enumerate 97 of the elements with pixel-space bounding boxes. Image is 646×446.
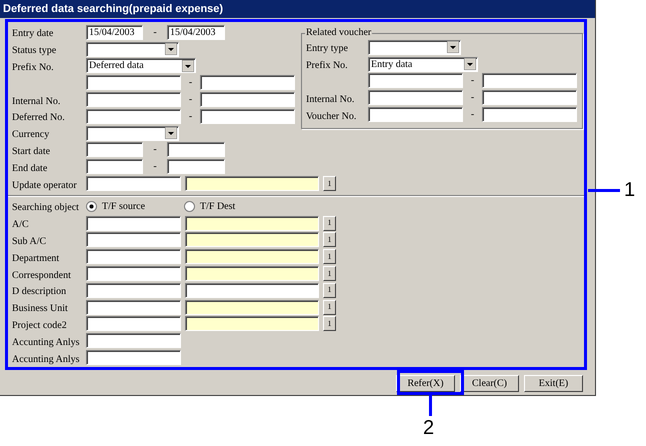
field-label: Department bbox=[12, 252, 60, 264]
text-field[interactable] bbox=[86, 75, 181, 90]
text-field[interactable] bbox=[86, 282, 181, 298]
window-title: Deferred data searching(prepaid expense) bbox=[3, 2, 224, 17]
dropdown-arrow-icon bbox=[165, 127, 177, 140]
text-field[interactable] bbox=[368, 73, 463, 88]
text-field[interactable] bbox=[86, 108, 181, 124]
field-label: Accunting Anlys bbox=[12, 354, 80, 365]
field-label: Status type bbox=[12, 45, 56, 56]
field-label: Start date bbox=[12, 146, 50, 157]
field-label: Project code2 bbox=[12, 320, 67, 331]
range-dash: - bbox=[153, 143, 157, 158]
field-label: Voucher No. bbox=[306, 110, 356, 122]
field-label: Entry date bbox=[12, 28, 54, 40]
text-field[interactable] bbox=[185, 282, 319, 298]
lookup-button[interactable]: 1 bbox=[323, 300, 336, 315]
range-dash: - bbox=[470, 74, 474, 88]
radio-button[interactable] bbox=[86, 200, 97, 212]
range-dash: - bbox=[188, 76, 192, 90]
text-field[interactable] bbox=[86, 176, 181, 192]
radio-button[interactable] bbox=[184, 200, 195, 212]
text-field[interactable] bbox=[185, 232, 319, 248]
text-field[interactable] bbox=[86, 216, 181, 231]
field-label: Correspondent bbox=[12, 270, 71, 281]
leader-line bbox=[429, 395, 432, 416]
dialog-button[interactable]: Exit(E) bbox=[524, 375, 583, 392]
text-field[interactable] bbox=[86, 159, 143, 174]
text-field[interactable] bbox=[86, 142, 143, 158]
field-label: Searching object bbox=[12, 202, 79, 214]
lookup-button[interactable]: 1 bbox=[323, 316, 336, 332]
dropdown[interactable] bbox=[86, 126, 179, 141]
text-field[interactable] bbox=[200, 75, 295, 90]
text-field[interactable] bbox=[86, 92, 181, 108]
lookup-button[interactable]: 1 bbox=[323, 176, 336, 192]
range-dash: - bbox=[470, 91, 474, 106]
text-field[interactable] bbox=[86, 316, 181, 332]
lookup-button[interactable]: 1 bbox=[323, 249, 336, 264]
text-field[interactable] bbox=[200, 108, 295, 124]
lookup-button[interactable]: 1 bbox=[323, 216, 336, 231]
text-field[interactable] bbox=[185, 300, 319, 315]
dropdown[interactable]: Entry data bbox=[368, 56, 478, 72]
text-field[interactable] bbox=[86, 266, 181, 282]
callout-number: 1 bbox=[624, 178, 636, 202]
callout-number: 2 bbox=[423, 416, 434, 440]
field-label: Prefix No. bbox=[306, 60, 348, 72]
field-label: Currency bbox=[12, 129, 50, 140]
dropdown[interactable] bbox=[86, 42, 179, 57]
text-field[interactable] bbox=[185, 266, 319, 282]
field-label: End date bbox=[12, 162, 48, 174]
field-label: D description bbox=[12, 286, 66, 298]
text-field[interactable] bbox=[185, 176, 319, 192]
radio-label: T/F source bbox=[102, 200, 146, 214]
text-field[interactable] bbox=[368, 107, 463, 122]
dropdown-arrow-icon bbox=[447, 41, 459, 54]
text-field[interactable] bbox=[167, 142, 225, 158]
field-label: Internal No. bbox=[306, 94, 354, 105]
dropdown-arrow-icon bbox=[182, 60, 194, 72]
radio-label: T/F Dest bbox=[200, 200, 236, 214]
text-field[interactable] bbox=[86, 232, 181, 248]
dropdown[interactable]: Deferred data bbox=[86, 58, 196, 74]
text-field[interactable] bbox=[482, 73, 577, 88]
field-label: Deferred No. bbox=[12, 112, 65, 124]
text-field[interactable] bbox=[185, 249, 319, 264]
field-label: A/C bbox=[12, 219, 29, 230]
field-label: Business Unit bbox=[12, 303, 68, 314]
field-label: Prefix No. bbox=[12, 62, 54, 73]
field-label: Sub A/C bbox=[12, 236, 46, 247]
text-field[interactable] bbox=[167, 159, 225, 174]
text-field[interactable] bbox=[482, 90, 577, 106]
field-label: Entry type bbox=[306, 43, 348, 54]
text-field[interactable] bbox=[482, 107, 577, 122]
text-field[interactable] bbox=[86, 249, 181, 264]
dialog-button[interactable]: Clear(C) bbox=[460, 375, 519, 392]
lookup-button[interactable]: 1 bbox=[323, 282, 336, 298]
range-dash: - bbox=[153, 26, 157, 40]
lookup-button[interactable]: 1 bbox=[323, 232, 336, 248]
range-dash: - bbox=[153, 160, 157, 174]
field-label: Internal No. bbox=[12, 96, 60, 107]
text-field[interactable] bbox=[86, 350, 181, 366]
field-label: Accunting Anlys bbox=[12, 336, 80, 348]
text-field[interactable] bbox=[200, 92, 295, 108]
dropdown-arrow-icon bbox=[464, 58, 476, 70]
dropdown-arrow-icon bbox=[165, 43, 177, 56]
lookup-button[interactable]: 1 bbox=[323, 266, 336, 282]
field-label: Update operator bbox=[12, 180, 77, 191]
text-field[interactable] bbox=[86, 333, 181, 348]
text-field[interactable]: 15/04/2003 bbox=[167, 24, 225, 40]
dialog-button[interactable]: Refer(X) bbox=[396, 375, 455, 392]
range-dash: - bbox=[470, 108, 474, 122]
dropdown[interactable] bbox=[368, 40, 461, 55]
text-field[interactable] bbox=[368, 90, 463, 106]
text-field[interactable] bbox=[185, 316, 319, 332]
text-field[interactable]: 15/04/2003 bbox=[86, 24, 143, 40]
text-field[interactable] bbox=[86, 300, 181, 315]
range-dash: - bbox=[188, 93, 192, 108]
text-field[interactable] bbox=[185, 216, 319, 231]
range-dash: - bbox=[188, 110, 192, 124]
